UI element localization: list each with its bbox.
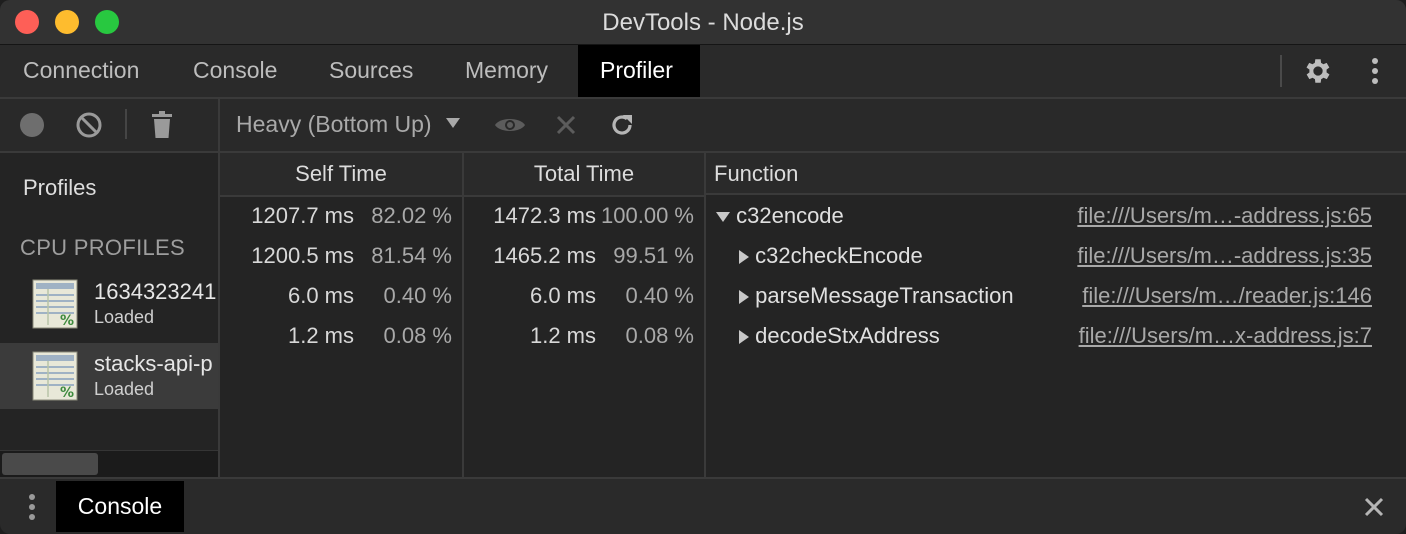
- table-row[interactable]: 1200.5 ms 81.54 % 1465.2 ms 99.51 % c32c…: [220, 236, 1406, 276]
- sidebar-horizontal-scrollbar[interactable]: [0, 450, 218, 477]
- profiler-toolbar: Heavy (Bottom Up): [0, 99, 1406, 153]
- total-time-ms: 1.2 ms: [529, 323, 596, 348]
- title-bar: DevTools - Node.js: [0, 0, 1406, 45]
- tab-memory[interactable]: Memory: [443, 45, 570, 97]
- profile-name: stacks-api-p: [94, 351, 213, 376]
- function-cell: c32encode: [716, 196, 844, 236]
- drawer-tab-console[interactable]: Console: [56, 481, 184, 532]
- expand-triangle-icon[interactable]: [739, 250, 749, 265]
- main-tab-bar: Connection Console Sources Memory Profil…: [0, 45, 1406, 99]
- total-time-percent: 100.00 %: [601, 203, 694, 228]
- source-link[interactable]: file:///Users/m…/reader.js:146: [1082, 276, 1372, 316]
- view-mode-label: Heavy (Bottom Up): [236, 111, 432, 137]
- column-header-self-time[interactable]: Self Time: [220, 153, 462, 197]
- cpu-profile-icon: %: [32, 279, 78, 329]
- total-time-percent: 0.08 %: [625, 323, 695, 348]
- cpu-profiles-heading: CPU PROFILES: [20, 235, 185, 260]
- self-time-percent: 81.54 %: [371, 243, 452, 268]
- tab-profiler[interactable]: Profiler: [578, 45, 700, 97]
- expand-triangle-icon[interactable]: [739, 290, 749, 305]
- column-header-total-time[interactable]: Total Time: [464, 153, 704, 197]
- profile-status: Loaded: [94, 379, 155, 399]
- scrollbar-thumb[interactable]: [2, 453, 98, 475]
- cpu-profile-icon: %: [32, 351, 78, 401]
- self-time-ms: 6.0 ms: [287, 283, 354, 308]
- function-cell: parseMessageTransaction: [739, 276, 1014, 316]
- view-mode-select[interactable]: Heavy (Bottom Up): [236, 99, 460, 151]
- tab-sources[interactable]: Sources: [307, 45, 435, 97]
- focus-eye-icon[interactable]: [492, 109, 528, 141]
- close-drawer-icon[interactable]: [1358, 491, 1390, 523]
- svg-text:%: %: [60, 385, 74, 401]
- more-options-icon[interactable]: [1360, 53, 1390, 89]
- function-cell: decodeStxAddress: [739, 316, 940, 356]
- function-name: decodeStxAddress: [755, 323, 940, 348]
- self-time-percent: 0.40 %: [383, 283, 453, 308]
- source-link[interactable]: file:///Users/m…x-address.js:7: [1079, 316, 1372, 356]
- total-time-percent: 0.40 %: [625, 283, 695, 308]
- tab-connection[interactable]: Connection: [1, 45, 161, 97]
- function-name: c32encode: [736, 203, 844, 228]
- tab-console[interactable]: Console: [171, 45, 299, 97]
- source-link[interactable]: file:///Users/m…-address.js:35: [1077, 236, 1372, 276]
- drawer-menu-icon[interactable]: [20, 489, 44, 525]
- profile-item-selected[interactable]: % stacks-api-p Loaded: [0, 343, 218, 409]
- total-time-ms: 6.0 ms: [529, 283, 596, 308]
- self-time-percent: 82.02 %: [371, 203, 452, 228]
- settings-gear-icon[interactable]: [1298, 53, 1338, 89]
- table-row[interactable]: 1207.7 ms 82.02 % 1472.3 ms 100.00 % c32…: [220, 196, 1406, 236]
- reload-icon[interactable]: [606, 109, 638, 141]
- chevron-down-icon: [445, 117, 460, 128]
- table-row[interactable]: 6.0 ms 0.40 % 6.0 ms 0.40 % parseMessage…: [220, 276, 1406, 316]
- profile-item[interactable]: % 1634323241 Loaded: [0, 271, 218, 337]
- exclude-x-icon[interactable]: [550, 109, 582, 141]
- tab-divider: [1280, 55, 1282, 87]
- function-name: parseMessageTransaction: [755, 283, 1014, 308]
- self-time-ms: 1200.5 ms: [251, 243, 354, 268]
- window-title: DevTools - Node.js: [602, 9, 804, 36]
- clear-icon[interactable]: [73, 109, 105, 141]
- profiles-sidebar: Profiles CPU PROFILES % 1634323241 Loade…: [0, 153, 218, 477]
- function-cell: c32checkEncode: [739, 236, 923, 276]
- collapse-triangle-icon[interactable]: [716, 212, 730, 223]
- record-icon[interactable]: [16, 109, 48, 141]
- profile-name: 1634323241: [94, 279, 217, 304]
- source-link[interactable]: file:///Users/m…-address.js:65: [1077, 196, 1372, 236]
- self-time-ms: 1.2 ms: [287, 323, 354, 348]
- toolbar-divider: [125, 109, 127, 139]
- self-time-percent: 0.08 %: [383, 323, 453, 348]
- profile-status: Loaded: [94, 307, 155, 327]
- function-name: c32checkEncode: [755, 243, 923, 268]
- total-time-ms: 1465.2 ms: [493, 243, 596, 268]
- total-time-ms: 1472.3 ms: [493, 203, 596, 228]
- self-time-ms: 1207.7 ms: [251, 203, 354, 228]
- devtools-window: DevTools - Node.js Connection Console So…: [0, 0, 1406, 534]
- profile-data-grid: Self Time Total Time Function 1207.7 ms …: [220, 153, 1406, 477]
- column-header-function[interactable]: Function: [706, 153, 1406, 195]
- table-row[interactable]: 1.2 ms 0.08 % 1.2 ms 0.08 % decodeStxAdd…: [220, 316, 1406, 356]
- profiles-heading: Profiles: [23, 175, 97, 200]
- total-time-percent: 99.51 %: [613, 243, 694, 268]
- console-drawer: Console: [0, 477, 1406, 534]
- trash-icon[interactable]: [146, 109, 178, 141]
- expand-triangle-icon[interactable]: [739, 330, 749, 345]
- svg-text:%: %: [60, 313, 74, 329]
